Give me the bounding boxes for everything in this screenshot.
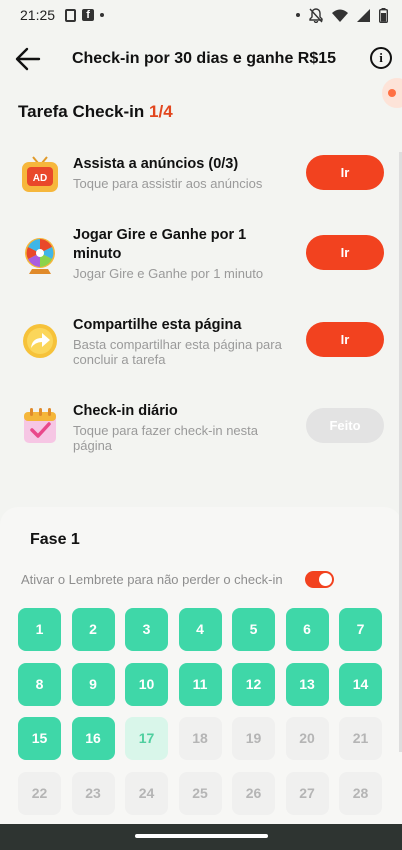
info-icon[interactable]: i: [370, 47, 392, 69]
task-name: Jogar Gire e Ganhe por 1 minuto: [73, 227, 247, 262]
phase-title: Fase 1: [30, 531, 80, 548]
day-cell-10: 10: [125, 662, 168, 706]
day-cell-13: 13: [285, 662, 329, 706]
reminder-toggle[interactable]: [305, 571, 334, 588]
task-row-spin: Jogar Gire e Ganhe por 1 minuto Jogar Gi…: [18, 226, 388, 286]
task-section-heading: Tarefa Check-in 1/4: [18, 102, 173, 122]
day-cell-25: 25: [178, 771, 222, 815]
task-name: Check-in diário: [73, 403, 178, 419]
dot-icon: [296, 13, 300, 17]
day-cell-19: 19: [232, 717, 275, 760]
task-progress: 1/4: [149, 102, 173, 121]
done-button-daily-checkin: Feito: [306, 408, 384, 443]
task-name: Compartilhe esta página: [73, 317, 242, 333]
day-cell-21: 21: [339, 717, 382, 760]
battery-icon: [379, 7, 388, 23]
day-cell-27: 27: [285, 771, 329, 815]
reminder-label: Ativar o Lembrete para não perder o chec…: [21, 572, 283, 587]
day-cell-26: 26: [232, 771, 275, 815]
day-cell-6: 6: [285, 608, 329, 651]
day-cell-12: 12: [232, 662, 275, 706]
home-gesture-pill[interactable]: [135, 834, 268, 838]
spin-wheel-icon: [25, 238, 55, 274]
sim-icon: [65, 8, 77, 22]
svg-text:AD: AD: [33, 173, 47, 184]
task-row-daily-checkin: Check-in diário Toque para fazer check-i…: [18, 402, 388, 457]
day-cell-3: 3: [125, 608, 168, 651]
header-bar: Check-in por 30 dias e ganhe R$15 i: [0, 38, 402, 80]
day-cell-8: 8: [18, 662, 61, 706]
day-cell-15: 15: [18, 717, 61, 760]
day-cell-18: 18: [178, 717, 222, 760]
day-cell-4: 4: [178, 608, 222, 651]
wifi-icon: [332, 9, 348, 22]
day-cell-20: 20: [285, 717, 329, 760]
share-arrow-icon: [23, 324, 57, 358]
page-title: Check-in por 30 dias e ganhe R$15: [71, 50, 337, 67]
go-button-ads[interactable]: Ir: [306, 155, 384, 190]
calendar-check-icon: [24, 408, 56, 443]
go-button-share[interactable]: Ir: [306, 322, 384, 357]
facebook-icon: f: [82, 9, 95, 21]
task-row-share: Compartilhe esta página Basta compartilh…: [18, 316, 388, 371]
day-cell-23: 23: [71, 771, 115, 815]
status-bar: 21:25 f: [0, 0, 402, 30]
mute-bell-icon: [309, 7, 323, 23]
day-cell-17: 17: [125, 717, 168, 760]
status-time: 21:25: [20, 7, 56, 23]
go-button-spin[interactable]: Ir: [306, 235, 384, 270]
day-cell-9: 9: [71, 662, 115, 706]
signal-icon: [357, 8, 370, 22]
task-row-ads: AD Assista a anúncios (0/3) Toque para a…: [18, 155, 388, 200]
day-cell-22: 22: [18, 771, 61, 815]
task-heading-label: Tarefa Check-in: [18, 102, 145, 121]
task-name: Assista a anúncios (0/3): [73, 156, 239, 172]
notification-dot-icon: [100, 13, 105, 17]
day-cell-28: 28: [339, 771, 382, 815]
floating-widget[interactable]: [382, 78, 402, 108]
task-description: Toque para fazer check-in nesta página: [73, 423, 258, 453]
day-cell-16: 16: [71, 717, 115, 760]
day-cell-7: 7: [339, 608, 382, 651]
system-nav-bar: [0, 824, 402, 850]
day-cell-14: 14: [339, 662, 382, 706]
task-description: Jogar Gire e Ganhe por 1 minuto: [73, 266, 264, 281]
day-cell-2: 2: [71, 608, 115, 651]
task-description: Toque para assistir aos anúncios: [73, 176, 263, 191]
day-cell-11: 11: [178, 662, 222, 706]
day-cell-24: 24: [125, 771, 168, 815]
day-cell-1: 1: [18, 608, 61, 651]
day-cell-5: 5: [232, 608, 275, 651]
task-description: Basta compartilhar esta página para conc…: [73, 337, 282, 367]
ad-tv-icon: AD: [22, 156, 58, 192]
